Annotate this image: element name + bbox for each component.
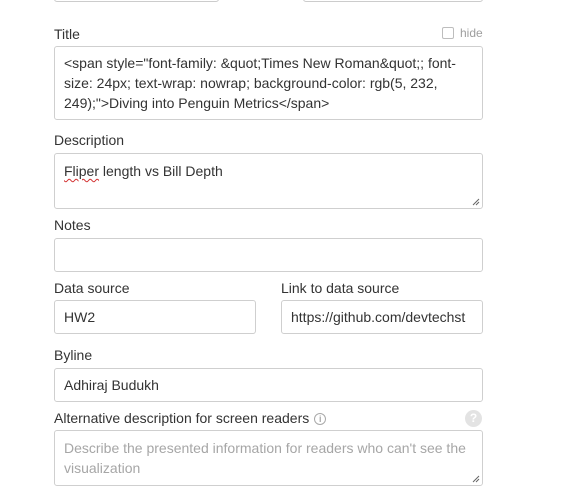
info-icon[interactable]: i xyxy=(314,413,327,425)
description-label: Description xyxy=(54,132,125,148)
previous-field-left[interactable] xyxy=(54,0,219,2)
data-source-input[interactable]: HW2 xyxy=(54,300,256,334)
resize-grip-icon[interactable] xyxy=(470,196,480,206)
alt-description-label-text: Alternative description for screen reade… xyxy=(54,410,310,426)
hide-title-label: hide xyxy=(460,26,483,40)
link-to-data-source-input[interactable]: https://github.com/devtechst xyxy=(281,300,483,334)
description-value: length vs Bill Depth xyxy=(99,163,223,179)
help-icon[interactable]: ? xyxy=(465,410,482,427)
description-textarea[interactable]: Fliper length vs Bill Depth xyxy=(54,153,483,209)
notes-input[interactable] xyxy=(54,238,483,272)
title-value: <span style="font-family: &quot;Times Ne… xyxy=(64,55,456,111)
alt-description-label: Alternative description for screen reade… xyxy=(54,410,327,426)
hide-title-checkbox[interactable] xyxy=(442,27,454,39)
misspelled-word: Fliper xyxy=(64,163,100,179)
data-source-value: HW2 xyxy=(64,309,96,325)
byline-input[interactable]: Adhiraj Budukh xyxy=(54,368,483,402)
link-to-data-source-value: https://github.com/devtechst xyxy=(291,309,466,325)
alt-description-placeholder: Describe the presented information for r… xyxy=(64,440,466,476)
byline-value: Adhiraj Budukh xyxy=(64,377,159,393)
title-textarea[interactable]: <span style="font-family: &quot;Times Ne… xyxy=(54,46,483,120)
title-label: Title xyxy=(54,26,80,42)
data-source-label: Data source xyxy=(54,280,130,296)
link-to-data-source-label: Link to data source xyxy=(281,280,400,296)
alt-description-textarea[interactable]: Describe the presented information for r… xyxy=(54,430,483,486)
resize-grip-icon[interactable] xyxy=(470,473,480,483)
previous-field-right[interactable] xyxy=(303,0,483,2)
hide-title-toggle[interactable]: hide xyxy=(442,25,483,41)
byline-label: Byline xyxy=(54,347,93,363)
notes-label: Notes xyxy=(54,217,91,233)
